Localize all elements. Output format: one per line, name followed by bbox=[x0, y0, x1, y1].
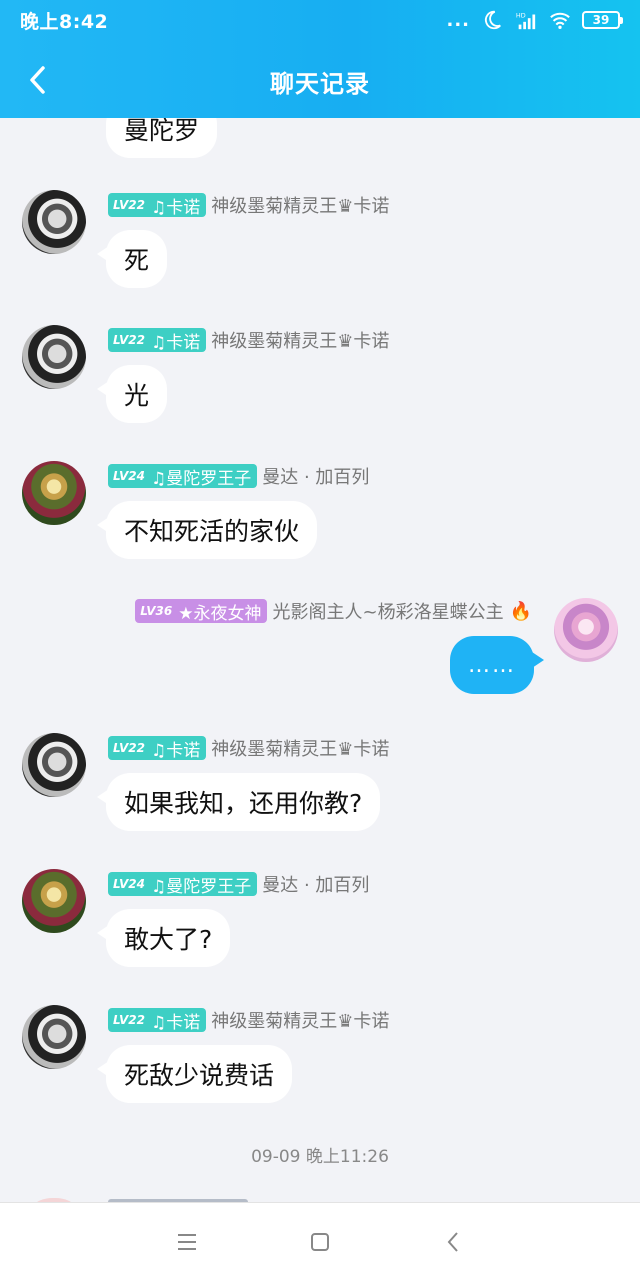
sender-info: LV36 ★永夜女神 光影阁主人~杨彩洛星蝶公主 🔥 bbox=[135, 598, 532, 624]
level-badge: LV22 ♫卡诺 bbox=[108, 736, 207, 761]
level-badge: LV24 ♫曼陀罗王子 bbox=[108, 872, 258, 897]
message-text: 敢大了? bbox=[124, 925, 213, 954]
home-square-icon bbox=[310, 1232, 329, 1251]
avatar[interactable] bbox=[22, 190, 86, 254]
sender-info: LV22 ♫卡诺 神级墨菊精灵王♛卡诺 bbox=[108, 327, 389, 353]
status-time: 晚上8:42 bbox=[20, 10, 109, 33]
app-header: 晚上8:42 ... HD 39 聊天记录 bbox=[0, 0, 640, 118]
level-badge: LV36 ★永夜女神 bbox=[135, 599, 268, 624]
sender-info: LV24 ♫曼陀罗王子 曼达 · 加百列 bbox=[108, 463, 369, 489]
message-text: 不知死活的家伙 bbox=[124, 517, 300, 546]
avatar[interactable] bbox=[22, 461, 86, 525]
message-bubble[interactable]: 曼陀罗 bbox=[106, 118, 218, 158]
back-triangle-icon bbox=[447, 1231, 459, 1252]
message-bubble[interactable]: …… bbox=[450, 636, 544, 694]
sender-info: LV22 ♫卡诺 神级墨菊精灵王♛卡诺 bbox=[108, 192, 389, 218]
sender-nickname: 光影阁主人~杨彩洛星蝶公主 bbox=[272, 602, 504, 623]
message-text: 死敌少说费话 bbox=[124, 1061, 275, 1090]
message-text: …… bbox=[468, 652, 516, 678]
status-icons: ... HD 39 bbox=[446, 9, 623, 31]
message-bubble[interactable]: 死敌少说费话 bbox=[96, 1045, 293, 1103]
menu-icon bbox=[177, 1233, 196, 1250]
chat-history[interactable]: 曼陀罗 LV22 ♫卡诺 神级墨菊精灵王♛卡诺 死 LV22 ♫卡诺 神级墨菊精灵王… bbox=[0, 118, 640, 1202]
message-bubble[interactable]: 死 bbox=[96, 230, 168, 288]
page-title: 聊天记录 bbox=[270, 70, 370, 98]
message-text: 死 bbox=[124, 246, 150, 275]
avatar[interactable] bbox=[22, 1005, 86, 1069]
message-bubble[interactable]: 光 bbox=[96, 365, 168, 423]
home-button[interactable] bbox=[298, 1220, 342, 1264]
wifi-icon bbox=[550, 12, 570, 29]
message-text: 光 bbox=[124, 381, 150, 410]
system-navigation-bar bbox=[0, 1202, 640, 1280]
nav-bar: 聊天记录 bbox=[0, 44, 640, 116]
sender-info: LV22 ♫卡诺 神级墨菊精灵王♛卡诺 bbox=[108, 1007, 389, 1033]
message-bubble[interactable]: 如果我知，还用你教? bbox=[96, 773, 381, 831]
fire-icon: 🔥 bbox=[509, 600, 532, 622]
avatar[interactable] bbox=[554, 598, 618, 662]
message-bubble[interactable]: 不知死活的家伙 bbox=[96, 501, 318, 559]
sender-nickname: 神级墨菊精灵王♛卡诺 bbox=[211, 739, 390, 760]
svg-text:HD: HD bbox=[516, 11, 526, 19]
avatar[interactable] bbox=[22, 733, 86, 797]
sender-nickname: 神级墨菊精灵王♛卡诺 bbox=[211, 331, 390, 352]
sender-info: LV22 ♫卡诺 神级墨菊精灵王♛卡诺 bbox=[108, 735, 389, 761]
sender-info: LV24 ♫曼陀罗王子 曼达 · 加百列 bbox=[108, 871, 369, 897]
level-badge: LV22 ♫卡诺 bbox=[108, 328, 207, 353]
system-back-button[interactable] bbox=[431, 1220, 475, 1264]
sender-nickname: 神级墨菊精灵王♛卡诺 bbox=[211, 1011, 390, 1032]
level-badge: LV22 ♫卡诺 bbox=[108, 1008, 207, 1033]
message-timestamp: 09-09 晚上11:26 bbox=[251, 1147, 389, 1167]
message-text: 如果我知，还用你教? bbox=[124, 789, 363, 818]
sender-nickname: 曼达 · 加百列 bbox=[262, 467, 370, 488]
message-text: 曼陀罗 bbox=[124, 118, 200, 145]
status-bar: 晚上8:42 ... HD 39 bbox=[0, 0, 640, 40]
notification-dots: ... bbox=[446, 9, 470, 31]
moon-icon bbox=[484, 10, 501, 30]
level-badge: LV24 ♫曼陀罗王子 bbox=[108, 464, 258, 489]
message-bubble[interactable]: 敢大了? bbox=[96, 909, 231, 967]
signal-icon: HD bbox=[516, 11, 536, 30]
level-badge: LV22 ♫卡诺 bbox=[108, 193, 207, 218]
battery-icon: 39 bbox=[582, 11, 623, 29]
sender-nickname: 曼达 · 加百列 bbox=[262, 875, 370, 896]
sender-nickname: 神级墨菊精灵王♛卡诺 bbox=[211, 196, 390, 217]
avatar[interactable] bbox=[22, 869, 86, 933]
avatar[interactable] bbox=[22, 325, 86, 389]
menu-button[interactable] bbox=[165, 1220, 209, 1264]
